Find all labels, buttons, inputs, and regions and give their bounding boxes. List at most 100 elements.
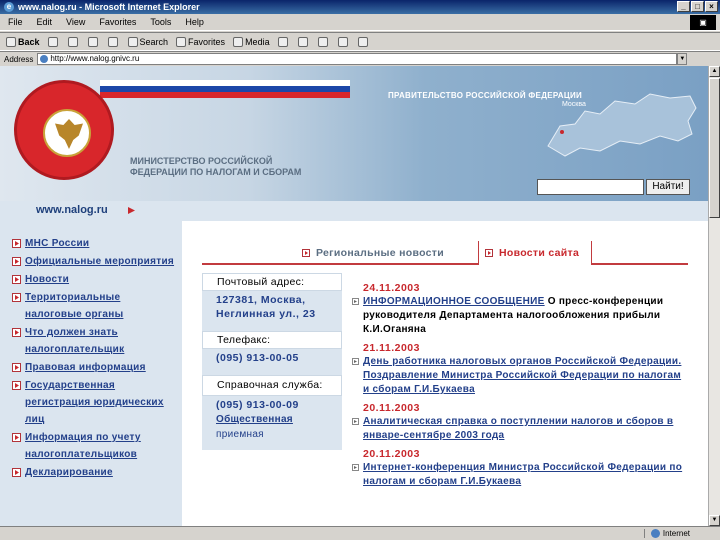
- discuss-button[interactable]: [357, 36, 370, 47]
- home-button[interactable]: [107, 36, 120, 47]
- forward-button[interactable]: [47, 36, 60, 47]
- news-tabs: Региональные новости Новости сайта: [202, 241, 688, 265]
- status-bar: Internet: [0, 526, 720, 540]
- vertical-scrollbar[interactable]: ▲ ▼: [708, 66, 720, 526]
- browser-window: e www.nalog.ru - Microsoft Internet Expl…: [0, 0, 720, 540]
- nav-link[interactable]: Что должен знать налогоплательщик: [25, 324, 175, 358]
- internet-zone: Internet: [643, 529, 690, 538]
- nav-link[interactable]: Информация по учету налогоплательщиков: [25, 429, 175, 463]
- tab-label: Новости сайта: [499, 247, 580, 259]
- back-button[interactable]: Back: [6, 36, 40, 47]
- menu-bar: File Edit View Favorites Tools Help ▣: [0, 14, 720, 31]
- close-button[interactable]: ×: [705, 1, 718, 12]
- menu-favorites[interactable]: Favorites: [99, 17, 136, 27]
- news-link[interactable]: Интернет-конференция Министра Российской…: [363, 462, 682, 487]
- bullet-arrow-icon: [12, 257, 21, 266]
- nav-link[interactable]: Государственная регистрация юридических …: [25, 377, 175, 428]
- nav-link[interactable]: Территориальные налоговые органы: [25, 289, 175, 323]
- menu-help[interactable]: Help: [185, 17, 204, 27]
- media-label: Media: [245, 36, 270, 47]
- bullet-arrow-icon: [12, 433, 21, 442]
- russia-map-icon: [547, 93, 697, 157]
- site-url-bar: www.nalog.ru: [0, 201, 708, 221]
- bullet-arrow-icon: [352, 358, 359, 365]
- bullet-arrow-icon: [352, 418, 359, 425]
- address-dropdown-icon[interactable]: ▼: [677, 53, 688, 65]
- news-link[interactable]: ИНФОРМАЦИОННОЕ СООБЩЕНИЕ: [363, 296, 545, 307]
- help-label: Справочная служба:: [202, 375, 342, 396]
- nav-item[interactable]: МНС России: [12, 235, 182, 252]
- nav-link[interactable]: МНС России: [25, 235, 175, 252]
- stop-button[interactable]: [67, 36, 80, 47]
- nav-link[interactable]: Новости: [25, 271, 175, 288]
- history-icon: [277, 36, 288, 47]
- back-arrow-icon: [6, 36, 16, 47]
- help-rest: приемная: [216, 429, 264, 440]
- news-text: ИНФОРМАЦИОННОЕ СООБЩЕНИЕ О пресс-конфере…: [363, 295, 688, 337]
- public-reception-link[interactable]: Общественная: [216, 414, 293, 425]
- mail-icon: [297, 36, 308, 47]
- nav-item[interactable]: Декларирование: [12, 464, 182, 481]
- home-icon: [107, 36, 118, 47]
- nav-item[interactable]: Новости: [12, 271, 182, 288]
- news-item: День работника налоговых органов Российс…: [352, 355, 692, 397]
- refresh-icon: [87, 36, 98, 47]
- scroll-thumb[interactable]: [709, 78, 720, 218]
- tab-regional-news[interactable]: Региональные новости: [302, 241, 444, 265]
- nav-item[interactable]: Территориальные налоговые органы: [12, 289, 182, 323]
- tool-bar: Back Search Favorites Media: [0, 32, 720, 51]
- news-text: Аналитическая справка о поступлении нало…: [363, 415, 688, 443]
- news-date: 21.11.2003: [363, 342, 420, 354]
- site-search-button[interactable]: Найти!: [646, 179, 690, 195]
- media-button[interactable]: Media: [233, 36, 270, 47]
- nav-item[interactable]: Официальные мероприятия: [12, 253, 182, 270]
- edit-button[interactable]: [337, 36, 350, 47]
- ministry-emblem-icon: [14, 80, 114, 180]
- ministry-line-1: МИНИСТЕРСТВО РОССИЙСКОЙ: [130, 156, 273, 166]
- refresh-button[interactable]: [87, 36, 100, 47]
- menu-file[interactable]: File: [8, 17, 23, 27]
- bullet-arrow-icon: [12, 328, 21, 337]
- site-search-input[interactable]: [537, 179, 644, 195]
- menu-edit[interactable]: Edit: [37, 17, 53, 27]
- nav-item[interactable]: Что должен знать налогоплательщик: [12, 324, 182, 358]
- scroll-up-icon[interactable]: ▲: [709, 66, 720, 77]
- help-desk: Общественная приемная: [202, 412, 342, 450]
- nav-item[interactable]: Информация по учету налогоплательщиков: [12, 429, 182, 463]
- nav-item[interactable]: Правовая информация: [12, 359, 182, 376]
- bullet-arrow-icon: [352, 298, 359, 305]
- window-title: www.nalog.ru - Microsoft Internet Explor…: [18, 2, 200, 12]
- edit-icon: [337, 36, 348, 47]
- news-item: Аналитическая справка о поступлении нало…: [352, 415, 692, 443]
- mail-button[interactable]: [297, 36, 310, 47]
- favorites-label: Favorites: [188, 36, 226, 47]
- menu-view[interactable]: View: [66, 17, 85, 27]
- history-button[interactable]: [277, 36, 290, 47]
- favorites-icon: [176, 36, 187, 47]
- search-button[interactable]: Search: [127, 36, 168, 47]
- print-icon: [317, 36, 328, 47]
- tab-site-news[interactable]: Новости сайта: [478, 241, 592, 265]
- address-input[interactable]: http://www.nalog.gnivc.ru: [37, 53, 678, 65]
- back-label: Back: [18, 36, 40, 47]
- title-bar: e www.nalog.ru - Microsoft Internet Expl…: [0, 0, 720, 14]
- nav-link[interactable]: Декларирование: [25, 464, 175, 481]
- bullet-arrow-icon: [352, 464, 359, 471]
- news-link[interactable]: Аналитическая справка о поступлении нало…: [363, 416, 673, 441]
- maximize-button[interactable]: □: [691, 1, 704, 12]
- main-area: Региональные новости Новости сайта Почто…: [182, 221, 708, 526]
- bullet-arrow-icon: [302, 249, 310, 257]
- ie-icon: e: [4, 2, 14, 12]
- bullet-arrow-icon: [12, 239, 21, 248]
- site-url-link[interactable]: www.nalog.ru: [36, 204, 108, 216]
- scroll-down-icon[interactable]: ▼: [709, 515, 720, 526]
- search-icon: [127, 36, 138, 47]
- nav-link[interactable]: Правовая информация: [25, 359, 175, 376]
- news-link[interactable]: День работника налоговых органов Российс…: [363, 356, 681, 395]
- nav-link[interactable]: Официальные мероприятия: [25, 253, 175, 270]
- favorites-button[interactable]: Favorites: [176, 36, 226, 47]
- print-button[interactable]: [317, 36, 330, 47]
- minimize-button[interactable]: _: [677, 1, 690, 12]
- menu-tools[interactable]: Tools: [150, 17, 171, 27]
- nav-item[interactable]: Государственная регистрация юридических …: [12, 377, 182, 428]
